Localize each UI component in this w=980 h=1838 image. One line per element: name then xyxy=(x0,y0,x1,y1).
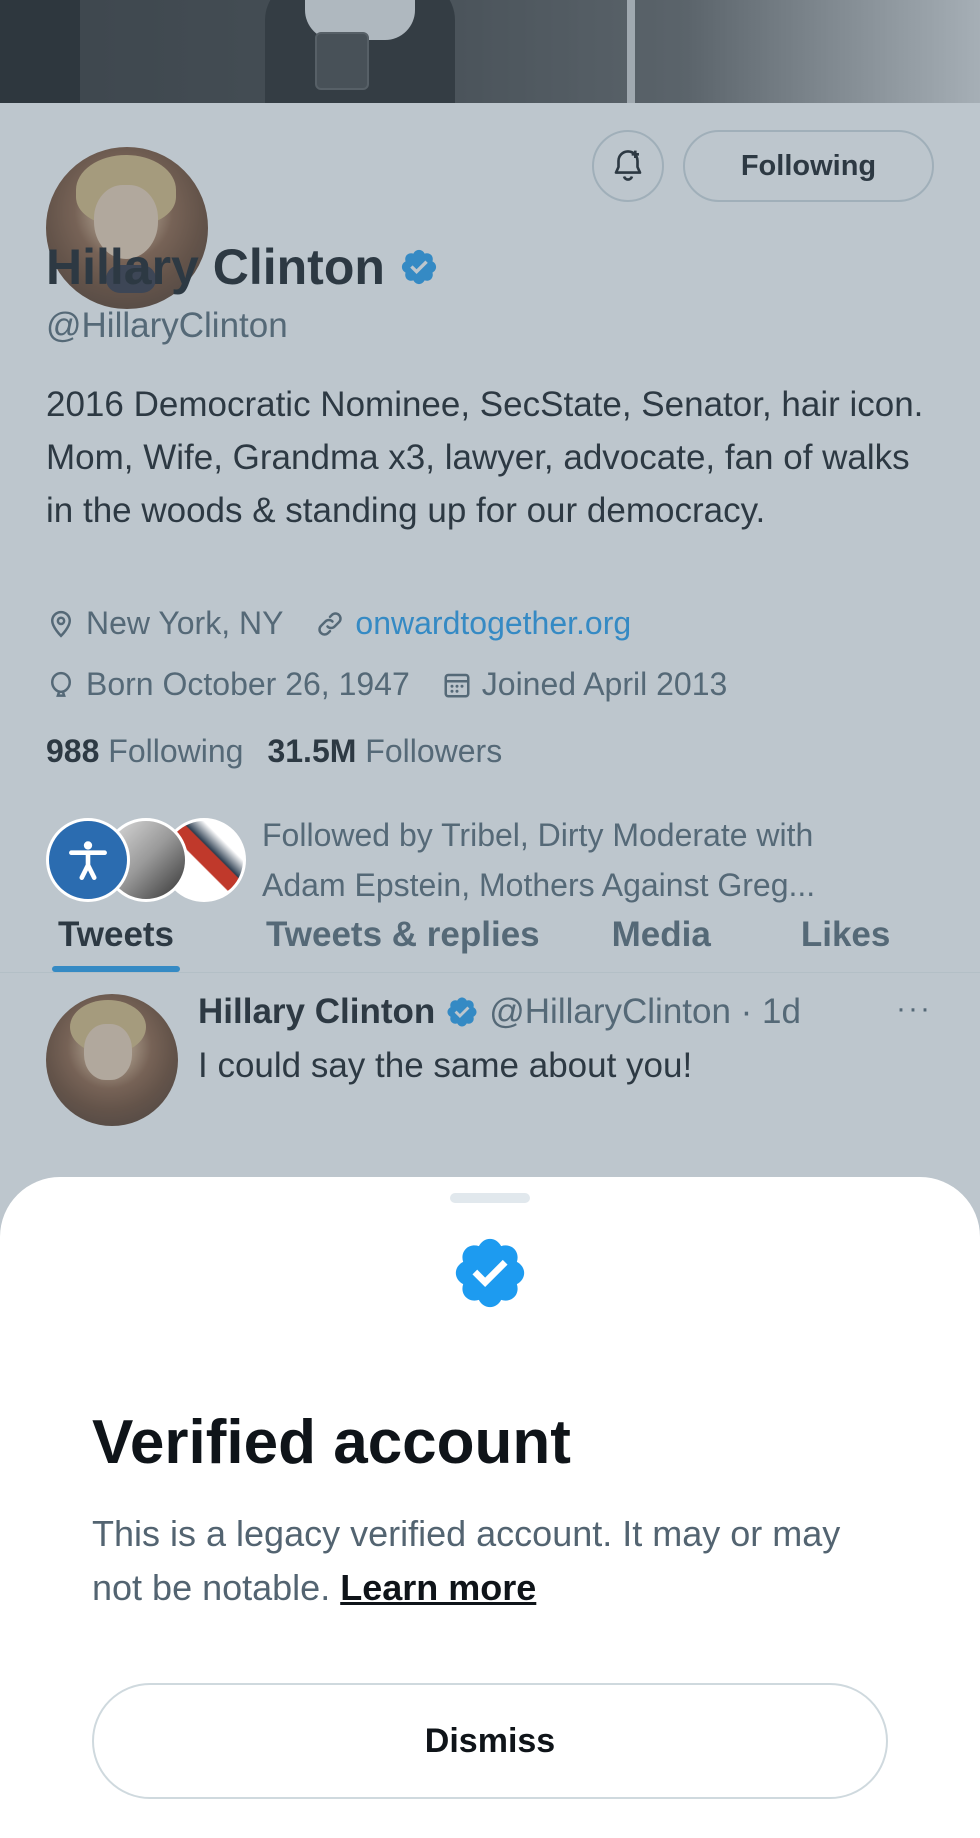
follower-avatar-1 xyxy=(46,818,130,902)
sheet-title: Verified account xyxy=(92,1408,571,1477)
learn-more-link[interactable]: Learn more xyxy=(340,1567,536,1608)
verified-badge-icon xyxy=(455,1238,525,1308)
follower-avatars xyxy=(46,818,246,902)
sheet-grabber[interactable] xyxy=(450,1193,530,1203)
dismiss-button[interactable]: Dismiss xyxy=(92,1683,888,1799)
verified-bottom-sheet: Verified account This is a legacy verifi… xyxy=(0,1177,980,1838)
person-accessibility-icon xyxy=(69,841,107,880)
sheet-description: This is a legacy verified account. It ma… xyxy=(92,1507,892,1615)
